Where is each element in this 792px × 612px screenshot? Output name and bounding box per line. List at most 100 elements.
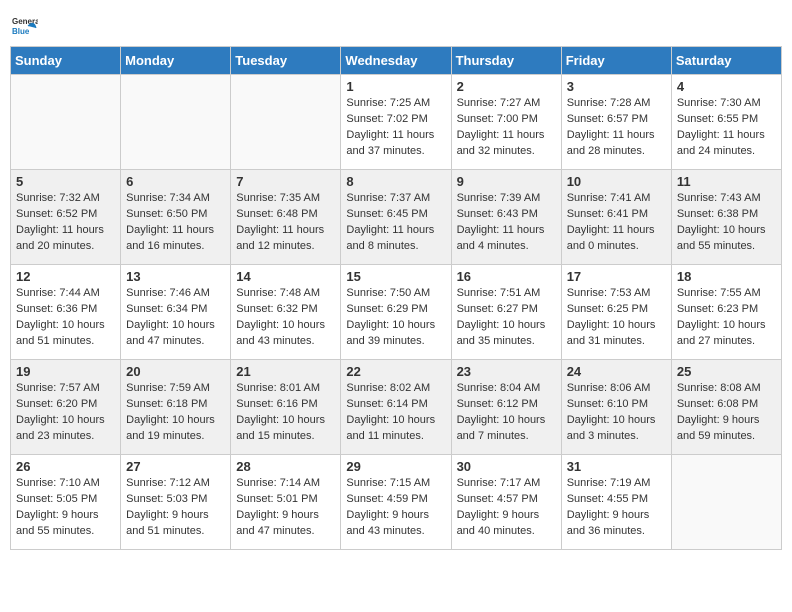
calendar-week-row: 19 Sunrise: 7:57 AM Sunset: 6:20 PM Dayli… [11,360,782,455]
day-info: Sunrise: 7:44 AM Sunset: 6:36 PM Dayligh… [16,286,115,350]
page: General Blue SundayMondayTuesdayWednesda… [10,10,782,550]
day-info: Sunrise: 7:17 AM Sunset: 4:57 PM Dayligh… [457,476,556,540]
calendar-cell [231,75,341,170]
calendar-cell: 7 Sunrise: 7:35 AM Sunset: 6:48 PM Daylig… [231,170,341,265]
day-number: 25 [677,364,776,379]
day-number: 11 [677,174,776,189]
calendar-cell: 21 Sunrise: 8:01 AM Sunset: 6:16 PM Dayli… [231,360,341,455]
calendar-cell: 15 Sunrise: 7:50 AM Sunset: 6:29 PM Dayli… [341,265,451,360]
weekday-header-monday: Monday [121,47,231,75]
calendar-cell: 10 Sunrise: 7:41 AM Sunset: 6:41 PM Dayli… [561,170,671,265]
calendar-cell: 14Sunrise: 7:48 AM Sunset: 6:32 PM Dayli… [231,265,341,360]
day-info: Sunrise: 7:57 AM Sunset: 6:20 PM Dayligh… [16,381,115,445]
svg-text:Blue: Blue [12,27,30,36]
calendar-cell: 8 Sunrise: 7:37 AM Sunset: 6:45 PM Daylig… [341,170,451,265]
day-number: 31 [567,459,666,474]
day-info: Sunrise: 7:37 AM Sunset: 6:45 PM Dayligh… [346,191,445,255]
day-info: Sunrise: 7:53 AM Sunset: 6:25 PM Dayligh… [567,286,666,350]
day-info: Sunrise: 7:30 AM Sunset: 6:55 PM Dayligh… [677,96,776,160]
day-number: 26 [16,459,115,474]
day-number: 21 [236,364,335,379]
calendar-week-row: 5 Sunrise: 7:32 AM Sunset: 6:52 PM Daylig… [11,170,782,265]
day-info: Sunrise: 7:10 AM Sunset: 5:05 PM Dayligh… [16,476,115,540]
calendar-cell: 4 Sunrise: 7:30 AM Sunset: 6:55 PM Daylig… [671,75,781,170]
calendar-cell: 27 Sunrise: 7:12 AM Sunset: 5:03 PM Dayli… [121,455,231,550]
day-number: 8 [346,174,445,189]
calendar-cell: 3 Sunrise: 7:28 AM Sunset: 6:57 PM Daylig… [561,75,671,170]
calendar-cell: 26 Sunrise: 7:10 AM Sunset: 5:05 PM Dayli… [11,455,121,550]
day-info: Sunrise: 7:12 AM Sunset: 5:03 PM Dayligh… [126,476,225,540]
day-number: 30 [457,459,556,474]
day-number: 10 [567,174,666,189]
day-number: 13 [126,269,225,284]
calendar-cell: 31 Sunrise: 7:19 AM Sunset: 4:55 PM Dayli… [561,455,671,550]
day-number: 2 [457,79,556,94]
header: General Blue [10,10,782,38]
weekday-header-wednesday: Wednesday [341,47,451,75]
day-info: Sunrise: 7:50 AM Sunset: 6:29 PM Dayligh… [346,286,445,350]
day-info: Sunrise: 7:15 AM Sunset: 4:59 PM Dayligh… [346,476,445,540]
calendar-cell: 23Sunrise: 8:04 AM Sunset: 6:12 PM Dayli… [451,360,561,455]
day-info: Sunrise: 7:55 AM Sunset: 6:23 PM Dayligh… [677,286,776,350]
calendar-week-row: 1Sunrise: 7:25 AM Sunset: 7:02 PM Daylig… [11,75,782,170]
day-info: Sunrise: 7:39 AM Sunset: 6:43 PM Dayligh… [457,191,556,255]
calendar-week-row: 12 Sunrise: 7:44 AM Sunset: 6:36 PM Dayli… [11,265,782,360]
day-number: 28 [236,459,335,474]
day-number: 18 [677,269,776,284]
calendar-cell: 24 Sunrise: 8:06 AM Sunset: 6:10 PM Dayli… [561,360,671,455]
day-number: 20 [126,364,225,379]
day-info: Sunrise: 7:51 AM Sunset: 6:27 PM Dayligh… [457,286,556,350]
day-number: 29 [346,459,445,474]
calendar-cell: 22 Sunrise: 8:02 AM Sunset: 6:14 PM Dayli… [341,360,451,455]
day-info: Sunrise: 7:27 AM Sunset: 7:00 PM Dayligh… [457,96,556,160]
logo-icon: General Blue [10,10,38,38]
day-info: Sunrise: 8:06 AM Sunset: 6:10 PM Dayligh… [567,381,666,445]
day-number: 16 [457,269,556,284]
day-info: Sunrise: 7:43 AM Sunset: 6:38 PM Dayligh… [677,191,776,255]
day-number: 24 [567,364,666,379]
day-info: Sunrise: 7:14 AM Sunset: 5:01 PM Dayligh… [236,476,335,540]
calendar-cell: 20 Sunrise: 7:59 AM Sunset: 6:18 PM Dayli… [121,360,231,455]
day-info: Sunrise: 7:34 AM Sunset: 6:50 PM Dayligh… [126,191,225,255]
calendar-cell: 30 Sunrise: 7:17 AM Sunset: 4:57 PM Dayli… [451,455,561,550]
day-number: 27 [126,459,225,474]
day-number: 17 [567,269,666,284]
day-info: Sunrise: 7:32 AM Sunset: 6:52 PM Dayligh… [16,191,115,255]
weekday-header-tuesday: Tuesday [231,47,341,75]
day-info: Sunrise: 7:59 AM Sunset: 6:18 PM Dayligh… [126,381,225,445]
day-number: 1 [346,79,445,94]
calendar-cell: 1Sunrise: 7:25 AM Sunset: 7:02 PM Daylig… [341,75,451,170]
weekday-header-sunday: Sunday [11,47,121,75]
calendar-table: SundayMondayTuesdayWednesdayThursdayFrid… [10,46,782,550]
day-info: Sunrise: 7:41 AM Sunset: 6:41 PM Dayligh… [567,191,666,255]
calendar-cell: 29 Sunrise: 7:15 AM Sunset: 4:59 PM Dayli… [341,455,451,550]
day-number: 12 [16,269,115,284]
logo: General Blue [10,10,42,38]
calendar-cell [121,75,231,170]
weekday-header-friday: Friday [561,47,671,75]
calendar-cell [671,455,781,550]
day-info: Sunrise: 7:28 AM Sunset: 6:57 PM Dayligh… [567,96,666,160]
day-number: 3 [567,79,666,94]
calendar-cell: 25 Sunrise: 8:08 AM Sunset: 6:08 PM Dayli… [671,360,781,455]
calendar-cell: 6Sunrise: 7:34 AM Sunset: 6:50 PM Daylig… [121,170,231,265]
day-info: Sunrise: 8:01 AM Sunset: 6:16 PM Dayligh… [236,381,335,445]
day-number: 19 [16,364,115,379]
calendar-cell: 28 Sunrise: 7:14 AM Sunset: 5:01 PM Dayli… [231,455,341,550]
weekday-header-saturday: Saturday [671,47,781,75]
day-number: 5 [16,174,115,189]
day-number: 7 [236,174,335,189]
day-number: 23 [457,364,556,379]
calendar-cell: 18 Sunrise: 7:55 AM Sunset: 6:23 PM Dayli… [671,265,781,360]
day-number: 15 [346,269,445,284]
calendar-cell: 19 Sunrise: 7:57 AM Sunset: 6:20 PM Dayli… [11,360,121,455]
calendar-cell: 9Sunrise: 7:39 AM Sunset: 6:43 PM Daylig… [451,170,561,265]
weekday-header-thursday: Thursday [451,47,561,75]
day-info: Sunrise: 8:08 AM Sunset: 6:08 PM Dayligh… [677,381,776,445]
day-info: Sunrise: 7:48 AM Sunset: 6:32 PM Dayligh… [236,286,335,350]
day-info: Sunrise: 8:02 AM Sunset: 6:14 PM Dayligh… [346,381,445,445]
day-number: 4 [677,79,776,94]
day-number: 22 [346,364,445,379]
day-info: Sunrise: 7:19 AM Sunset: 4:55 PM Dayligh… [567,476,666,540]
day-info: Sunrise: 7:35 AM Sunset: 6:48 PM Dayligh… [236,191,335,255]
